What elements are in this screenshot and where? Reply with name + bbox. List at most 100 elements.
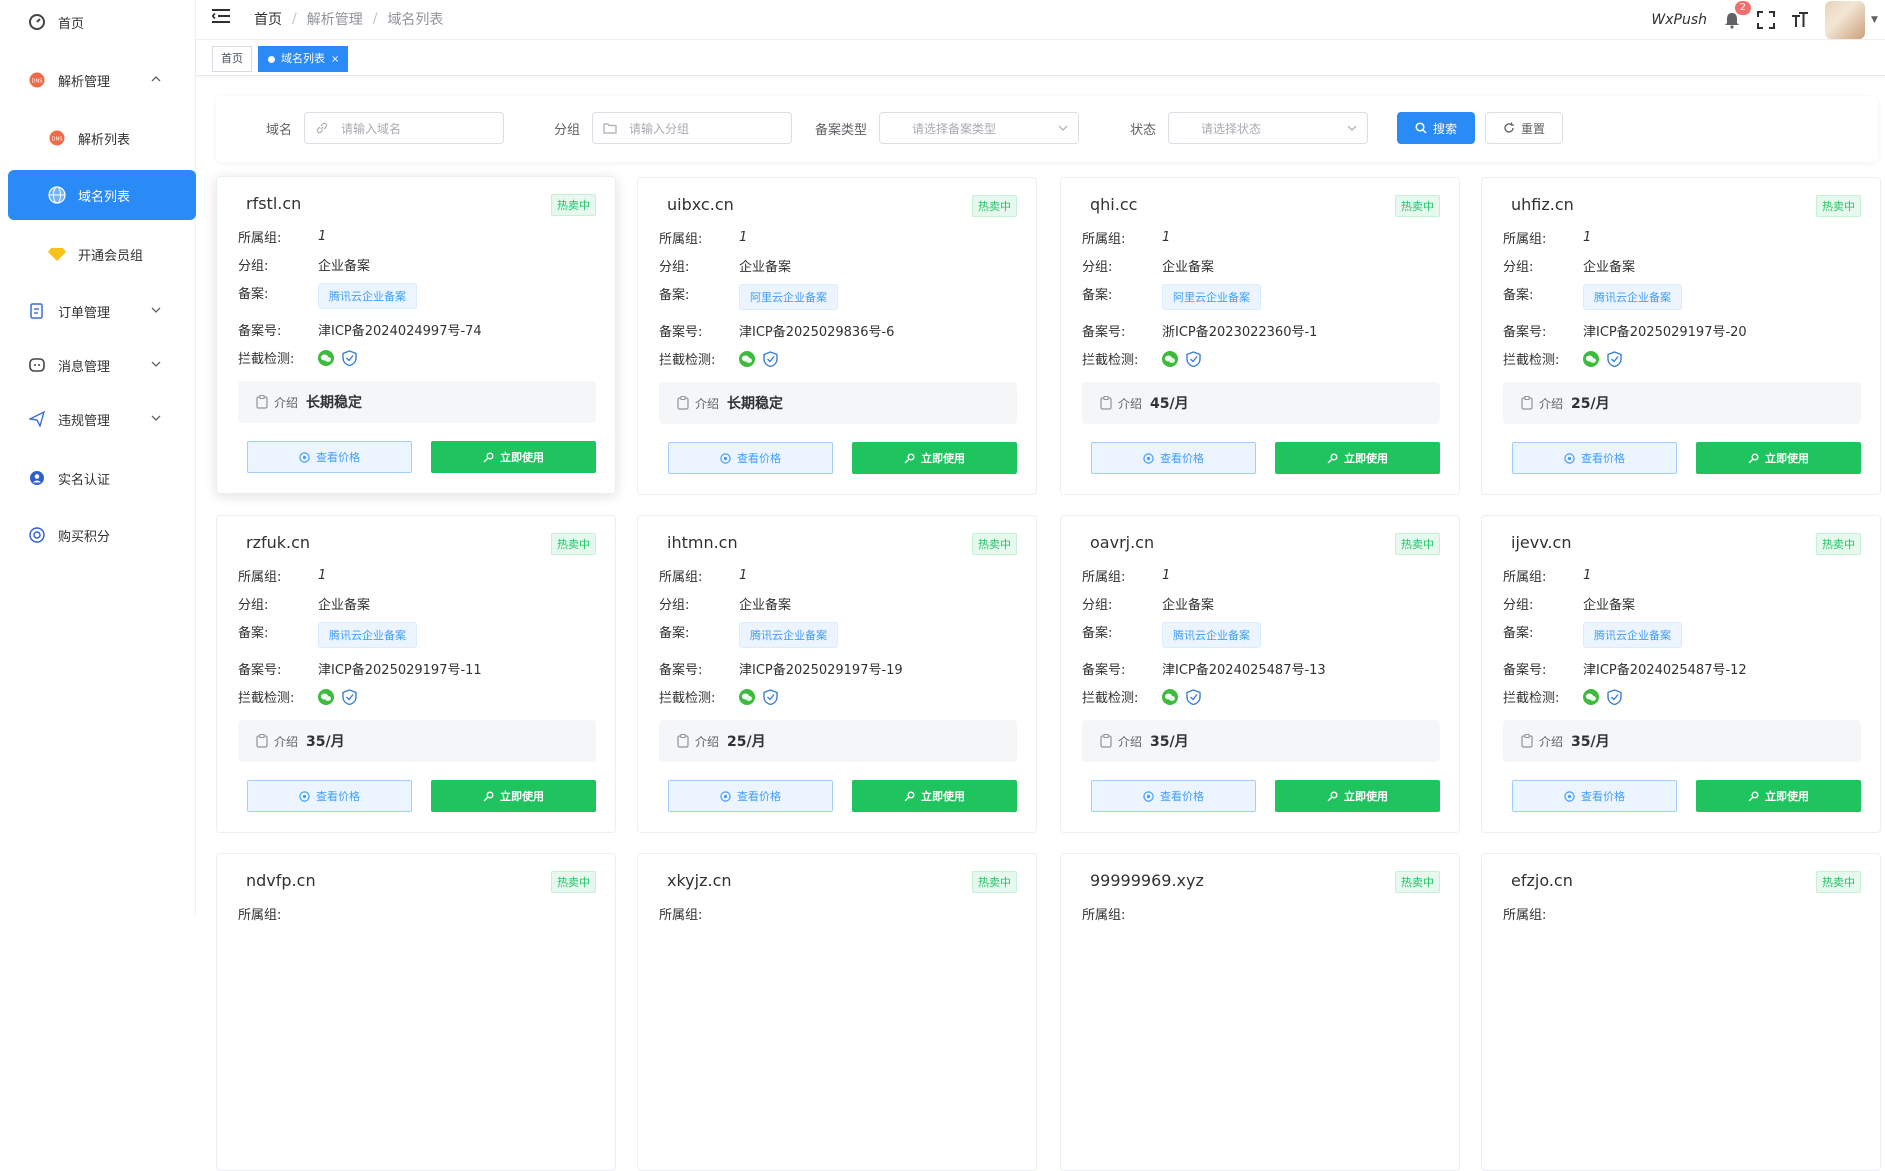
group-label: 分组 — [554, 122, 581, 138]
domain-card: efzjo.cn 热卖中 所属组: — [1481, 853, 1881, 1171]
view-price-button[interactable]: 查看价格 — [1512, 780, 1677, 812]
use-now-button[interactable]: 立即使用 — [852, 780, 1017, 812]
use-now-button[interactable]: 立即使用 — [852, 442, 1017, 474]
check-label: 拦截检测: — [1503, 353, 1560, 368]
caret-down-icon[interactable]: ▼ — [1871, 15, 1879, 25]
domain-input[interactable]: 请输入域名 — [304, 112, 505, 144]
filing-type-placeholder: 请选择备案类型 — [912, 121, 997, 136]
header-actions: WxPush 2 ▼ — [1651, 0, 1885, 40]
font-size-icon[interactable] — [1791, 11, 1809, 29]
breadcrumb-dns: 解析管理 — [306, 12, 363, 28]
sidebar-item-member-group[interactable]: 开通会员组 — [0, 229, 196, 279]
intro-label: 介绍 — [1539, 396, 1564, 411]
tags-view: 首页 域名列表 × — [196, 40, 1885, 76]
view-price-button[interactable]: 查看价格 — [668, 442, 833, 474]
sidebar-item-messages[interactable]: 消息管理 — [0, 340, 196, 390]
view-price-button[interactable]: 查看价格 — [247, 780, 412, 812]
group-filter: 分组 请输入分组 — [554, 112, 793, 144]
view-price-button[interactable]: 查看价格 — [1091, 442, 1256, 474]
owner-group-label: 所属组: — [1082, 232, 1126, 247]
group-row: 分组: 企业备案 — [1503, 256, 1635, 275]
sidebar-item-buy-points[interactable]: 购买积分 — [0, 510, 196, 560]
filing-label: 备案: — [1503, 288, 1534, 303]
user-icon — [28, 469, 46, 487]
use-now-button[interactable]: 立即使用 — [431, 780, 596, 812]
filing-label: 备案: — [1503, 626, 1534, 641]
sidebar-item-label: 域名列表 — [78, 189, 131, 205]
group-label: 分组: — [1082, 598, 1113, 613]
sidebar-item-dns-list[interactable]: DNS 解析列表 — [0, 113, 196, 163]
use-now-button[interactable]: 立即使用 — [431, 441, 596, 473]
close-icon[interactable]: × — [331, 54, 339, 65]
view-price-button[interactable]: 查看价格 — [247, 441, 412, 473]
intro-label: 介绍 — [695, 396, 720, 411]
filing-no-value: 津ICP备2024025487号-12 — [1583, 663, 1747, 678]
filing-tag: 腾讯云企业备案 — [318, 283, 417, 309]
group-value: 企业备案 — [318, 259, 371, 274]
clipboard-icon — [1100, 396, 1112, 410]
intro-box: 介绍 45/月 — [1082, 382, 1440, 424]
tag-home[interactable]: 首页 — [212, 46, 252, 72]
owner-group-label: 所属组: — [1503, 232, 1547, 247]
filing-no-value: 津ICP备2024025487号-13 — [1162, 663, 1326, 678]
use-now-button[interactable]: 立即使用 — [1275, 442, 1440, 474]
owner-group-value: 1 — [318, 229, 327, 244]
sidebar-item-dns-management[interactable]: DNS 解析管理 — [0, 55, 196, 105]
filing-type-select[interactable]: 请选择备案类型 — [879, 112, 1080, 144]
use-now-label: 立即使用 — [1765, 790, 1809, 803]
use-now-label: 立即使用 — [921, 790, 965, 803]
sidebar-item-orders[interactable]: 订单管理 — [0, 286, 196, 336]
sidebar-item-realname[interactable]: 实名认证 — [0, 453, 196, 503]
sidebar-item-home[interactable]: 首页 — [0, 0, 196, 47]
group-value: 企业备案 — [1583, 260, 1636, 275]
price-icon — [720, 452, 731, 464]
fullscreen-icon[interactable] — [1757, 11, 1775, 29]
group-value: 企业备案 — [739, 260, 792, 275]
use-now-label: 立即使用 — [921, 452, 965, 465]
owner-group-row: 所属组: 1 — [1503, 566, 1591, 585]
group-input[interactable]: 请输入分组 — [592, 112, 793, 144]
sidebar-item-label: 开通会员组 — [78, 248, 144, 264]
check-row: 拦截检测: — [238, 687, 357, 706]
check-icons — [1583, 688, 1622, 705]
breadcrumb-home[interactable]: 首页 — [254, 9, 282, 29]
view-price-button[interactable]: 查看价格 — [1512, 442, 1677, 474]
bell-icon[interactable]: 2 — [1723, 1, 1751, 29]
check-label: 拦截检测: — [238, 691, 295, 706]
search-button[interactable]: 搜索 — [1397, 112, 1475, 144]
sidebar-item-violations[interactable]: 违规管理 — [0, 394, 196, 444]
domain-filter: 域名 请输入域名 — [266, 112, 505, 144]
use-now-button[interactable]: 立即使用 — [1696, 442, 1861, 474]
breadcrumb-separator: / — [292, 11, 297, 27]
owner-group-row: 所属组: — [1082, 904, 1162, 923]
domain-card: qhi.cc 热卖中 所属组: 1 分组: 企业备案 备案: 阿里云企业备案 备案号: 浙ICP备… — [1060, 177, 1460, 495]
use-now-label: 立即使用 — [1765, 452, 1809, 465]
domain-name: rfstl.cn — [246, 194, 302, 213]
owner-group-row: 所属组: 1 — [659, 566, 747, 585]
view-price-button[interactable]: 查看价格 — [1091, 780, 1256, 812]
shield-icon — [1186, 688, 1201, 705]
domain-card: 99999969.xyz 热卖中 所属组: — [1060, 853, 1460, 1171]
group-label: 分组: — [238, 259, 269, 274]
domain-name: ihtmn.cn — [667, 533, 738, 552]
reset-button[interactable]: 重置 — [1485, 112, 1563, 144]
intro-value: 35/月 — [1571, 734, 1610, 750]
intro-value: 长期稳定 — [727, 396, 784, 412]
check-label: 拦截检测: — [1503, 691, 1560, 706]
domain-name: efzjo.cn — [1511, 871, 1573, 890]
view-price-button[interactable]: 查看价格 — [668, 780, 833, 812]
owner-group-label: 所属组: — [1082, 570, 1126, 585]
status-select[interactable]: 请选择状态 — [1168, 112, 1369, 144]
domain-card: rzfuk.cn 热卖中 所属组: 1 分组: 企业备案 备案: 腾讯云企业备案 备案号: 津IC… — [216, 515, 616, 833]
use-now-button[interactable]: 立即使用 — [1696, 780, 1861, 812]
hot-sale-badge: 热卖中 — [1816, 533, 1861, 555]
use-now-button[interactable]: 立即使用 — [1275, 780, 1440, 812]
sidebar-item-domain-list[interactable]: 域名列表 — [8, 170, 196, 220]
wxpush-link[interactable]: WxPush — [1651, 12, 1707, 28]
avatar[interactable] — [1825, 1, 1865, 39]
filing-label: 备案: — [238, 626, 269, 641]
tag-domain-list[interactable]: 域名列表 × — [258, 46, 349, 72]
owner-group-row: 所属组: 1 — [238, 227, 326, 246]
key-icon — [1748, 453, 1759, 463]
menu-fold-icon[interactable] — [212, 8, 230, 24]
